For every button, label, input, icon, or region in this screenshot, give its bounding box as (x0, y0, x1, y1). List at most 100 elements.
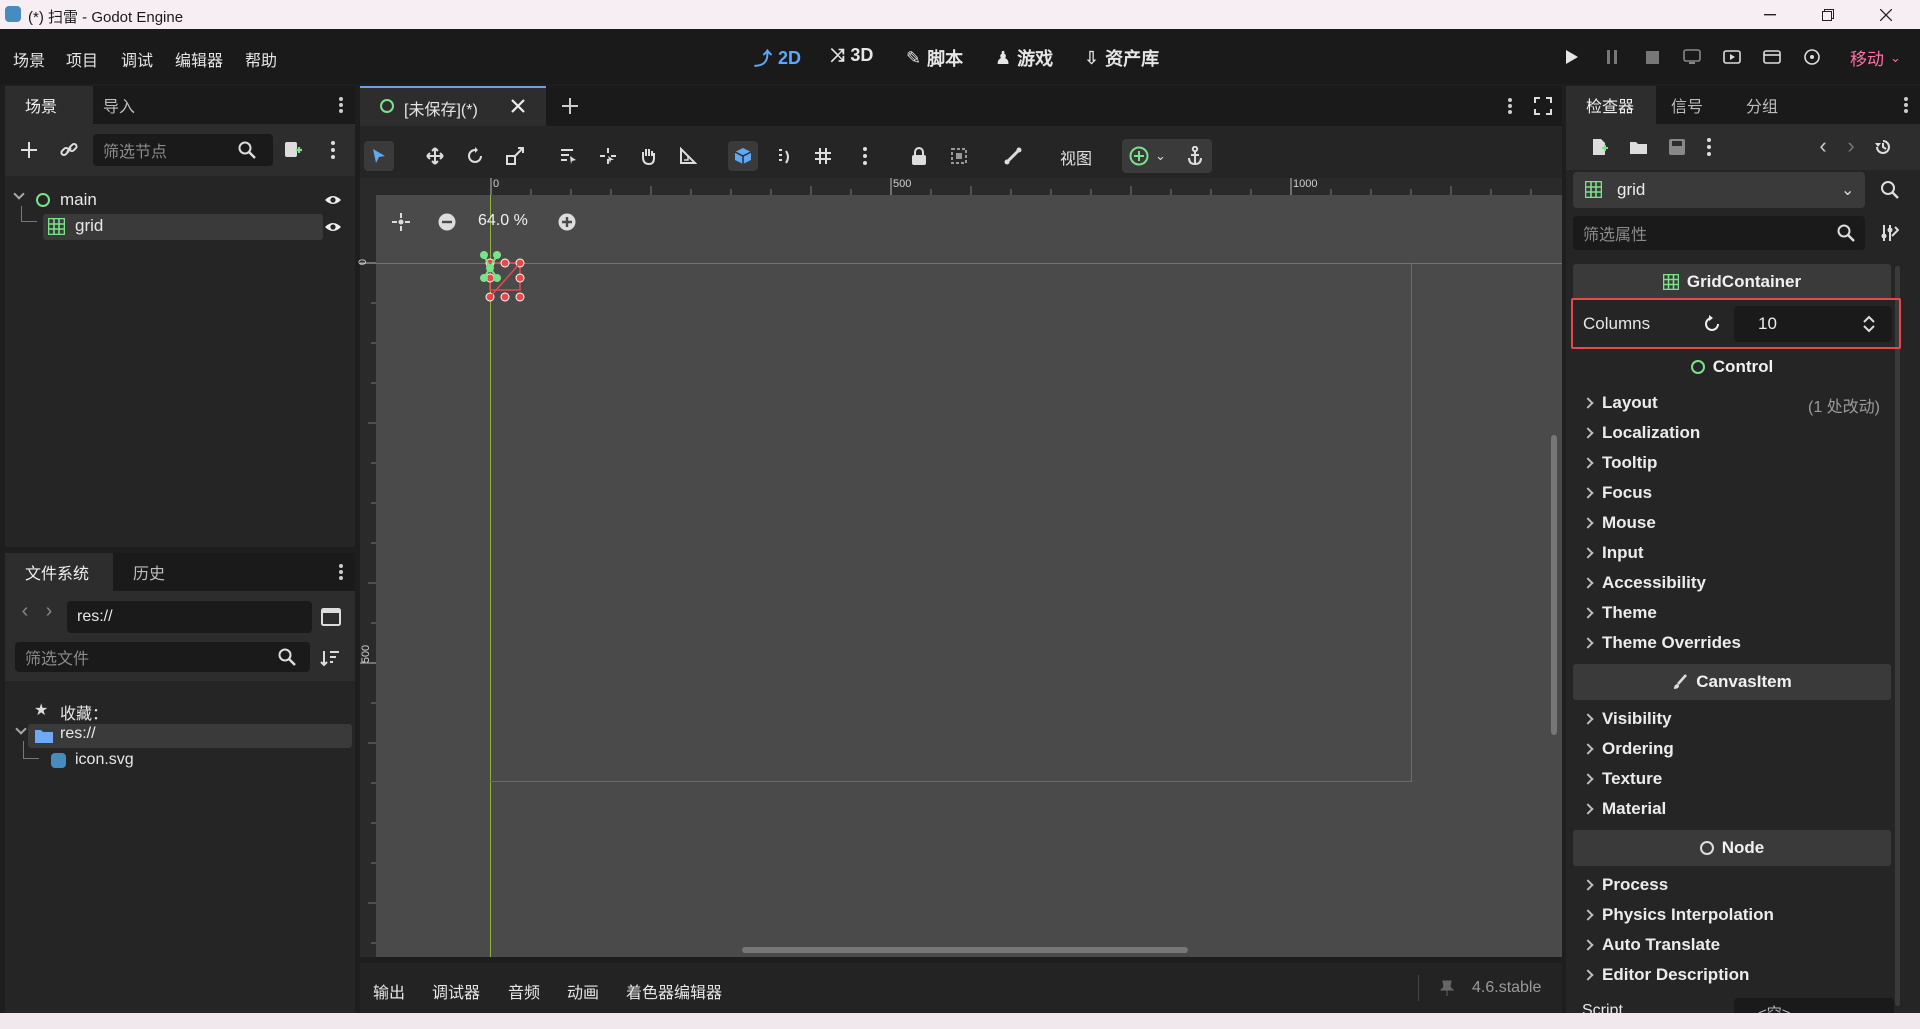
tab-audio[interactable]: 音频 (508, 979, 540, 1003)
tab-filesystem[interactable]: 文件系统 (5, 553, 113, 591)
prop-focus[interactable]: Focus (1582, 483, 1652, 503)
prop-physics-interpolation[interactable]: Physics Interpolation (1582, 905, 1774, 925)
view-menu[interactable]: 视图 (1060, 145, 1092, 169)
tools-icon[interactable] (1880, 223, 1900, 243)
tab-animation[interactable]: 动画 (567, 979, 599, 1003)
prop-auto-translate[interactable]: Auto Translate (1582, 935, 1720, 955)
prop-process[interactable]: Process (1582, 875, 1668, 895)
close-icon[interactable] (508, 96, 528, 116)
play-button[interactable] (1560, 46, 1584, 68)
menu-project[interactable]: 项目 (66, 47, 98, 71)
expand-arrow-icon[interactable] (15, 723, 27, 735)
workspace-script-button[interactable]: ✎ 脚本 (906, 45, 963, 71)
restore-button[interactable] (1800, 0, 1856, 29)
snap-options-button[interactable] (770, 141, 800, 171)
zoom-in-button[interactable] (556, 211, 578, 233)
pause-button[interactable] (1600, 46, 1624, 68)
attach-script-icon[interactable] (281, 138, 305, 162)
prop-theme[interactable]: Theme (1582, 603, 1657, 623)
dock-menu-icon[interactable] (1896, 94, 1916, 116)
prop-tooltip[interactable]: Tooltip (1582, 453, 1657, 473)
scene-options-icon[interactable] (323, 138, 343, 162)
menu-scene[interactable]: 场景 (13, 47, 45, 71)
workspace-assetlib-button[interactable]: ⇩ 资产库 (1084, 45, 1159, 71)
prop-layout[interactable]: Layout (1582, 393, 1658, 413)
filter-properties-input[interactable]: 筛选属性 (1573, 216, 1865, 250)
horizontal-scrollbar[interactable] (742, 947, 1188, 953)
file-icon-svg[interactable]: icon.svg (75, 751, 134, 769)
prop-input[interactable]: Input (1582, 543, 1644, 563)
folder-res[interactable]: res:// (60, 725, 96, 743)
expand-arrow-icon[interactable] (13, 188, 25, 200)
zoom-out-button[interactable] (436, 211, 458, 233)
pivot-mode-button[interactable] (593, 141, 623, 171)
bone-icon[interactable] (998, 141, 1028, 171)
visibility-eye-icon[interactable] (323, 219, 343, 235)
rotate-mode-button[interactable] (460, 141, 490, 171)
prop-theme-overrides[interactable]: Theme Overrides (1582, 633, 1741, 653)
select-mode-button[interactable] (364, 141, 394, 171)
ruler-mode-button[interactable] (673, 141, 703, 171)
menu-editor[interactable]: 编辑器 (175, 47, 223, 71)
center-view-icon[interactable] (390, 211, 412, 233)
stop-button[interactable] (1640, 46, 1664, 68)
section-node[interactable]: Node (1573, 830, 1891, 866)
prop-texture[interactable]: Texture (1582, 769, 1662, 789)
section-canvasitem[interactable]: CanvasItem (1573, 664, 1891, 700)
workspace-game-button[interactable]: ♟ 游戏 (995, 45, 1053, 71)
link-icon[interactable] (57, 138, 81, 162)
selection-gizmo[interactable] (474, 245, 534, 305)
section-control[interactable]: Control (1573, 349, 1891, 385)
prop-accessibility[interactable]: Accessibility (1582, 573, 1706, 593)
prop-ordering[interactable]: Ordering (1582, 739, 1674, 759)
add-node-button[interactable] (17, 138, 41, 162)
prop-localization[interactable]: Localization (1582, 423, 1700, 443)
group-icon[interactable] (944, 141, 974, 171)
play-scene-icon[interactable] (1720, 46, 1744, 68)
section-gridcontainer[interactable]: GridContainer (1573, 264, 1891, 300)
favorites-label[interactable]: 收藏： (60, 700, 108, 724)
node-docs-icon[interactable] (1878, 178, 1902, 202)
tab-inspector[interactable]: 检查器 (1566, 86, 1656, 124)
tab-signals[interactable]: 信号 (1661, 86, 1733, 124)
tab-shader-editor[interactable]: 着色器编辑器 (626, 979, 722, 1003)
play-custom-scene-icon[interactable] (1760, 46, 1784, 68)
new-resource-icon[interactable] (1588, 136, 1610, 158)
history-icon[interactable] (1872, 136, 1894, 158)
close-window-button[interactable] (1858, 0, 1914, 29)
tab-output[interactable]: 输出 (373, 979, 405, 1003)
revert-icon[interactable] (1700, 312, 1724, 336)
tab-history[interactable]: 历史 (118, 553, 188, 591)
snap-menu-icon[interactable] (850, 141, 880, 171)
tab-import[interactable]: 导入 (98, 86, 178, 124)
scene-tabs-menu-icon[interactable] (1500, 95, 1520, 117)
inspector-options-icon[interactable] (1702, 136, 1716, 158)
filter-files-input[interactable]: 筛选文件 (15, 642, 310, 672)
move-mode-button[interactable] (420, 141, 450, 171)
chevron-down-icon[interactable]: ⌄ (1155, 148, 1166, 164)
tab-debugger[interactable]: 调试器 (432, 979, 480, 1003)
dock-menu-icon[interactable] (331, 94, 351, 116)
menu-help[interactable]: 帮助 (245, 47, 277, 71)
toggle-split-icon[interactable] (319, 605, 343, 629)
anchor-icon[interactable] (1180, 141, 1210, 171)
smart-snap-button[interactable] (728, 141, 758, 171)
vertical-scrollbar[interactable] (1551, 435, 1557, 735)
add-marker-icon[interactable] (1124, 141, 1154, 171)
node-main[interactable]: main (60, 190, 97, 210)
add-scene-tab-button[interactable] (560, 96, 580, 116)
movie-maker-icon[interactable] (1800, 46, 1824, 68)
visibility-eye-icon[interactable] (323, 192, 343, 208)
spinner-arrows-icon[interactable] (1862, 314, 1876, 334)
workspace-2d-button[interactable]: ⤴ 2D (754, 45, 801, 71)
prop-visibility[interactable]: Visibility (1582, 709, 1672, 729)
remote-debug-icon[interactable] (1680, 46, 1704, 68)
minimize-button[interactable] (1742, 0, 1798, 29)
prop-material[interactable]: Material (1582, 799, 1666, 819)
workspace-3d-button[interactable]: ⤨ 3D (830, 45, 873, 66)
history-back-icon[interactable]: ‹ (1814, 133, 1832, 158)
run-mode-dropdown[interactable]: 移动 ⌄ (1850, 45, 1901, 70)
prop-editor-description[interactable]: Editor Description (1582, 965, 1749, 985)
sort-icon[interactable] (319, 647, 341, 669)
canvas-viewport[interactable]: 64.0 % (376, 195, 1562, 957)
